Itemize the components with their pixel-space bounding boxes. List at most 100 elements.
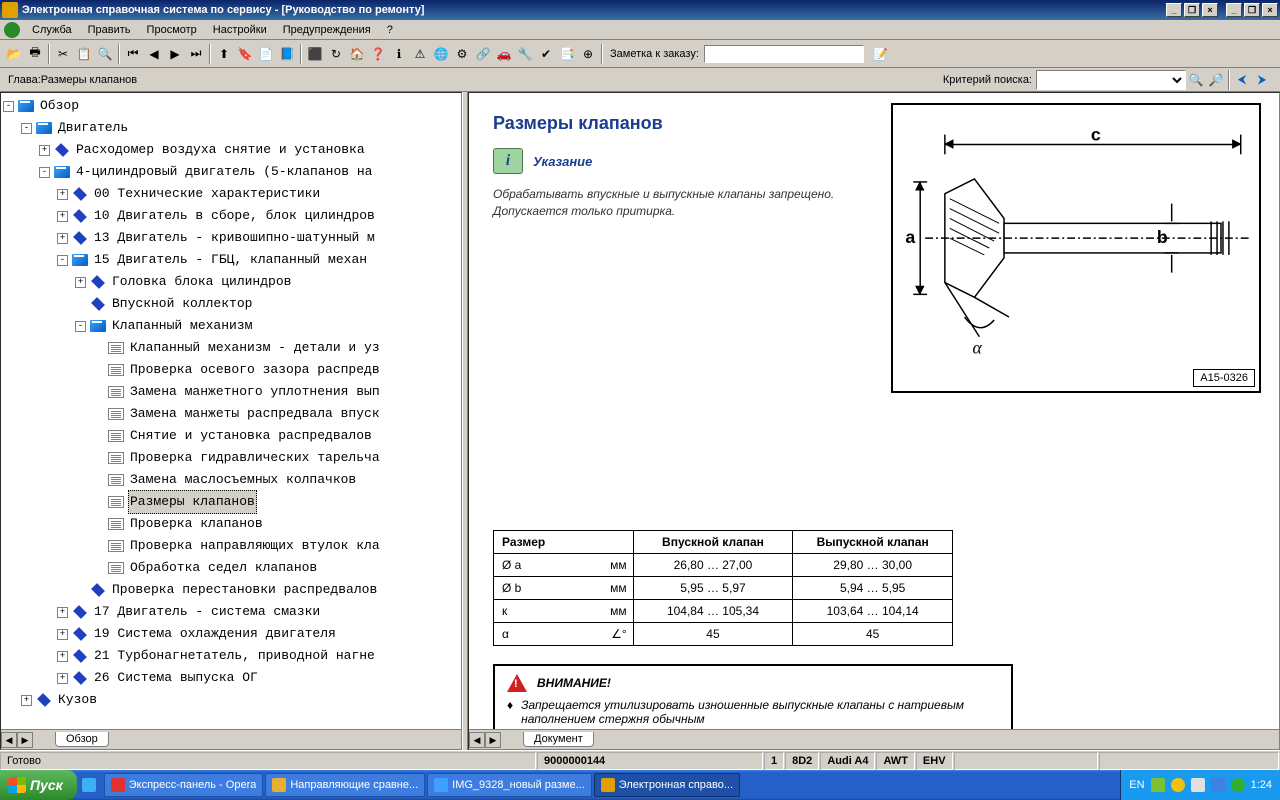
tb-home[interactable]: 🏠 — [347, 44, 367, 64]
tb-last[interactable]: ⏭ — [186, 44, 206, 64]
tree-node[interactable]: +00 Технические характеристики — [3, 183, 459, 205]
expander[interactable]: - — [39, 167, 50, 178]
tb-bookmark[interactable]: 🔖 — [235, 44, 255, 64]
tree-node[interactable]: Замена манжеты распредвала впуск — [3, 403, 459, 425]
expander[interactable]: + — [75, 277, 86, 288]
tree-node[interactable]: +13 Двигатель - кривошипно-шатунный м — [3, 227, 459, 249]
task-opera[interactable]: Экспресс-панель - Opera — [104, 773, 264, 797]
tree-node[interactable]: -Обзор — [3, 95, 459, 117]
tray-icon-5[interactable] — [1231, 778, 1245, 792]
doc-tab[interactable]: Документ — [523, 732, 594, 747]
tb-open[interactable]: 📂 — [4, 44, 24, 64]
tree-node[interactable]: +26 Система выпуска ОГ — [3, 667, 459, 689]
system-tray[interactable]: EN 1:24 — [1120, 770, 1280, 800]
tray-lang[interactable]: EN — [1129, 779, 1144, 791]
task-elsa[interactable]: Электронная справо... — [594, 773, 740, 797]
tb-car[interactable]: 🚗 — [494, 44, 514, 64]
start-button[interactable]: Пуск — [0, 770, 77, 800]
tb-help[interactable]: ❓ — [368, 44, 388, 64]
tree-node[interactable]: Обработка седел клапанов — [3, 557, 459, 579]
expander[interactable]: - — [57, 255, 68, 266]
expander[interactable]: + — [57, 189, 68, 200]
expander[interactable]: + — [21, 695, 32, 706]
tb-gear[interactable]: ⚙ — [452, 44, 472, 64]
tb-doc[interactable]: 📄 — [256, 44, 276, 64]
tree-node[interactable]: Проверка клапанов — [3, 513, 459, 535]
tb-book[interactable]: 📘 — [277, 44, 297, 64]
tree-node[interactable]: +10 Двигатель в сборе, блок цилиндров — [3, 205, 459, 227]
tree-node[interactable]: Замена манжетного уплотнения вып — [3, 381, 459, 403]
tb-prev[interactable]: ◀ — [144, 44, 164, 64]
tree-node[interactable]: -15 Двигатель - ГБЦ, клапанный механ — [3, 249, 459, 271]
mdi-restore-button[interactable]: ❐ — [1184, 3, 1200, 17]
tray-icon-2[interactable] — [1171, 778, 1185, 792]
tb-warn[interactable]: ⚠ — [410, 44, 430, 64]
nav-back-button[interactable]: ⮜ — [1232, 70, 1252, 90]
search-criteria-select[interactable] — [1036, 70, 1186, 90]
menu-warnings[interactable]: Предупреждения — [275, 22, 379, 38]
tree-node[interactable]: +19 Система охлаждения двигателя — [3, 623, 459, 645]
tree-node[interactable]: +21 Турбонагнетатель, приводной нагне — [3, 645, 459, 667]
tree-node[interactable]: Впускной коллектор — [3, 293, 459, 315]
nav-fwd-button[interactable]: ⮞ — [1252, 70, 1272, 90]
tb-list[interactable]: 📑 — [557, 44, 577, 64]
tree-node[interactable]: Замена маслосъемных колпачков — [3, 469, 459, 491]
menu-settings[interactable]: Настройки — [205, 22, 275, 38]
tray-icon-3[interactable] — [1191, 778, 1205, 792]
tree-node[interactable]: Проверка осевого зазора распредв — [3, 359, 459, 381]
tb-globe[interactable]: 🌐 — [431, 44, 451, 64]
tb-net[interactable]: ⊕ — [578, 44, 598, 64]
menu-edit[interactable]: Править — [80, 22, 139, 38]
tree-node[interactable]: -Двигатель — [3, 117, 459, 139]
tree-node[interactable]: +Кузов — [3, 689, 459, 711]
menu-help[interactable]: ? — [379, 22, 401, 38]
tb-first[interactable]: ⏮ — [123, 44, 143, 64]
tray-clock[interactable]: 1:24 — [1251, 779, 1272, 791]
tb-up[interactable]: ⬆ — [214, 44, 234, 64]
expander[interactable]: + — [57, 233, 68, 244]
tb-refresh[interactable]: ↻ — [326, 44, 346, 64]
tree-node[interactable]: +17 Двигатель - система смазки — [3, 601, 459, 623]
note-input[interactable] — [704, 45, 864, 63]
tb-info[interactable]: ℹ — [389, 44, 409, 64]
tb-note-save[interactable]: 📝 — [871, 44, 891, 64]
tree-node[interactable]: +Головка блока цилиндров — [3, 271, 459, 293]
tree-node[interactable]: -4-цилиндровый двигатель (5-клапанов на — [3, 161, 459, 183]
tree-node[interactable]: Клапанный механизм - детали и уз — [3, 337, 459, 359]
nav-tree[interactable]: -Обзор-Двигатель+Расходомер воздуха снят… — [1, 93, 461, 729]
expander[interactable]: + — [57, 673, 68, 684]
expander[interactable]: + — [57, 211, 68, 222]
task-folder[interactable]: Направляющие сравне... — [265, 773, 425, 797]
tree-scroll-right[interactable]: ▶ — [17, 732, 33, 748]
tb-copy[interactable]: 📋 — [74, 44, 94, 64]
expander[interactable]: - — [21, 123, 32, 134]
quick-ie[interactable] — [78, 773, 102, 797]
tb-check[interactable]: ✔ — [536, 44, 556, 64]
mdi-minimize-button[interactable]: _ — [1166, 3, 1182, 17]
restore-button[interactable]: ❐ — [1244, 3, 1260, 17]
expander[interactable]: - — [75, 321, 86, 332]
tb-stop[interactable]: ⬛ — [305, 44, 325, 64]
tree-scroll-left[interactable]: ◀ — [1, 732, 17, 748]
tree-node[interactable]: Проверка направляющих втулок кла — [3, 535, 459, 557]
expander[interactable]: + — [39, 145, 50, 156]
tray-icon-1[interactable] — [1151, 778, 1165, 792]
tree-node[interactable]: +Расходомер воздуха снятие и установка — [3, 139, 459, 161]
menu-service[interactable]: Служба — [24, 22, 80, 38]
search-go-button[interactable]: 🔍 — [1186, 70, 1206, 90]
doc-scroll-right[interactable]: ▶ — [485, 732, 501, 748]
search-next-button[interactable]: 🔎 — [1206, 70, 1226, 90]
tb-print[interactable]: 🖶 — [25, 44, 45, 64]
tree-node[interactable]: Размеры клапанов — [3, 491, 459, 513]
tree-node[interactable]: Проверка гидравлических тарельча — [3, 447, 459, 469]
close-button[interactable]: × — [1262, 3, 1278, 17]
tb-link[interactable]: 🔗 — [473, 44, 493, 64]
minimize-button[interactable]: _ — [1226, 3, 1242, 17]
tb-cut[interactable]: ✂ — [53, 44, 73, 64]
expander[interactable]: + — [57, 607, 68, 618]
doc-scroll-left[interactable]: ◀ — [469, 732, 485, 748]
tb-find[interactable]: 🔍 — [95, 44, 115, 64]
tb-tool[interactable]: 🔧 — [515, 44, 535, 64]
expander[interactable]: - — [3, 101, 14, 112]
task-image[interactable]: IMG_9328_новый разме... — [427, 773, 592, 797]
